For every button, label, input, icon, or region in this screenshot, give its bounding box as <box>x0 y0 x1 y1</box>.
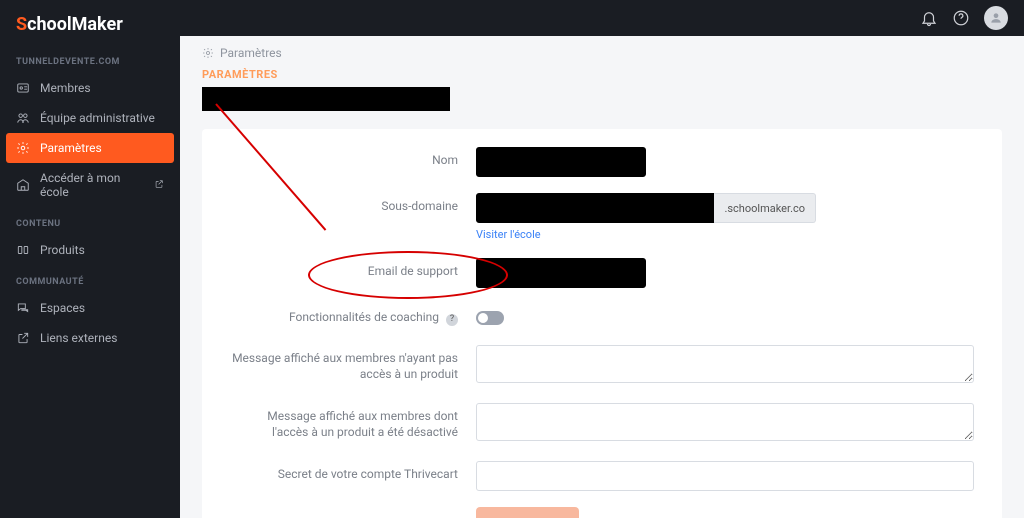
sidebar-item-external-links[interactable]: Liens externes <box>0 323 180 353</box>
sidebar-item-label: Équipe administrative <box>40 111 155 125</box>
main: Paramètres PARAMÈTRES Nom Sous-doma <box>180 0 1024 518</box>
coaching-label-text: Fonctionnalités de coaching <box>289 310 439 324</box>
support-email-label: Email de support <box>230 258 476 280</box>
sidebar-item-settings[interactable]: Paramètres <box>6 133 174 163</box>
form-row-support-email: Email de support <box>230 258 974 288</box>
sidebar-item-label: Accéder à mon école <box>40 171 140 199</box>
subdomain-label: Sous-domaine <box>230 193 476 215</box>
visit-school-link[interactable]: Visiter l'école <box>476 228 541 241</box>
breadcrumb: Paramètres <box>180 36 1024 68</box>
thrivecart-label: Secret de votre compte Thrivecart <box>230 461 476 483</box>
brand-prefix: S <box>16 14 27 35</box>
external-link-icon <box>150 178 164 192</box>
name-label: Nom <box>230 147 476 169</box>
form-row-thrivecart: Secret de votre compte Thrivecart <box>230 461 974 491</box>
sidebar-section-school: TUNNELDEVENTE.COM <box>0 45 180 73</box>
redacted-heading <box>202 87 450 111</box>
sidebar-section-community: COMMUNAUTÉ <box>0 265 180 293</box>
members-icon <box>16 81 30 95</box>
sidebar-item-label: Membres <box>40 81 91 95</box>
brand-rest: choolMaker <box>27 14 123 35</box>
subdomain-input[interactable] <box>476 193 714 223</box>
page-title: PARAMÈTRES <box>202 68 1002 81</box>
form-row-subdomain: Sous-domaine .schoolmaker.co Visiter l'é… <box>230 193 974 242</box>
team-icon <box>16 111 30 125</box>
sidebar-item-admin-team[interactable]: Équipe administrative <box>0 103 180 133</box>
sidebar-item-spaces[interactable]: Espaces <box>0 293 180 323</box>
form-row-msg-noaccess: Message affiché aux membres n'ayant pas … <box>230 345 974 387</box>
help-icon[interactable] <box>952 9 970 27</box>
sidebar-item-members[interactable]: Membres <box>0 73 180 103</box>
gear-icon <box>16 141 30 155</box>
msg-disabled-label: Message affiché aux membres dont l'accès… <box>230 403 476 440</box>
form-row-msg-disabled: Message affiché aux membres dont l'accès… <box>230 403 974 445</box>
form-row-name: Nom <box>230 147 974 177</box>
msg-disabled-textarea[interactable] <box>476 403 974 441</box>
gear-icon <box>202 47 214 59</box>
topbar <box>180 0 1024 36</box>
content: PARAMÈTRES Nom Sous-domaine <box>180 68 1024 518</box>
sidebar-item-label: Produits <box>40 243 85 257</box>
msg-noaccess-label: Message affiché aux membres n'ayant pas … <box>230 345 476 382</box>
sidebar-item-label: Paramètres <box>40 141 102 155</box>
brand-logo: SchoolMaker <box>0 0 180 45</box>
coaching-toggle[interactable] <box>476 311 504 325</box>
sidebar-item-products[interactable]: Produits <box>0 235 180 265</box>
school-icon <box>16 178 30 192</box>
sidebar-item-label: Espaces <box>40 301 85 315</box>
sidebar-item-school-access[interactable]: Accéder à mon école <box>0 163 180 207</box>
form-row-coaching: Fonctionnalités de coaching ? <box>230 304 974 329</box>
settings-card: Nom Sous-domaine .schoolmaker.co Visiter… <box>202 129 1002 518</box>
avatar[interactable] <box>984 6 1008 30</box>
sidebar: SchoolMaker TUNNELDEVENTE.COM Membres Éq… <box>0 0 180 518</box>
notifications-icon[interactable] <box>920 9 938 27</box>
save-button[interactable]: Enregistrer <box>476 507 579 518</box>
form-row-submit: Enregistrer <box>230 507 974 518</box>
products-icon <box>16 243 30 257</box>
subdomain-suffix: .schoolmaker.co <box>714 193 816 223</box>
external-link-icon <box>16 331 30 345</box>
breadcrumb-label: Paramètres <box>220 46 282 60</box>
coaching-help-icon[interactable]: ? <box>446 314 458 326</box>
sidebar-item-label: Liens externes <box>40 331 117 345</box>
chat-icon <box>16 301 30 315</box>
coaching-label: Fonctionnalités de coaching ? <box>230 304 476 326</box>
sidebar-section-content: CONTENU <box>0 207 180 235</box>
name-input[interactable] <box>476 147 646 177</box>
thrivecart-input[interactable] <box>476 461 974 491</box>
msg-noaccess-textarea[interactable] <box>476 345 974 383</box>
support-email-input[interactable] <box>476 258 646 288</box>
